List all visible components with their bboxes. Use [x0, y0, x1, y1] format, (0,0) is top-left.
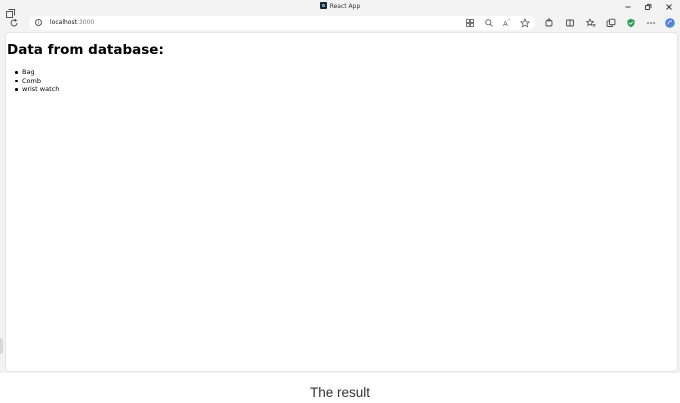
minimize-icon[interactable] — [622, 1, 634, 13]
browser-toolbar: i localhost:3000 A ” — [0, 15, 680, 31]
list-item: Bag — [14, 68, 59, 77]
list-item: Comb — [14, 77, 59, 86]
title-bar: React App — [0, 0, 680, 18]
image-caption: The result — [309, 385, 371, 400]
favorite-icon[interactable] — [519, 17, 531, 28]
close-icon[interactable] — [663, 1, 675, 13]
zoom-icon[interactable] — [484, 18, 494, 28]
browser-window: React App i localhost:3000 A ” Data from… — [0, 0, 680, 373]
restore-icon[interactable] — [642, 1, 654, 13]
refresh-icon[interactable] — [8, 17, 20, 29]
address-text[interactable]: localhost:3000 — [50, 18, 94, 28]
address-bar[interactable]: i localhost:3000 A ” — [29, 16, 535, 30]
site-info-icon[interactable]: i — [35, 19, 42, 26]
address-port: :3000 — [76, 19, 95, 26]
favorites-icon[interactable] — [585, 17, 597, 29]
address-host: localhost — [50, 19, 77, 26]
collections-icon[interactable] — [605, 17, 617, 29]
more-icon[interactable] — [645, 17, 657, 29]
window-title: React App — [0, 2, 680, 12]
react-favicon-icon — [319, 2, 327, 9]
browser-essentials-icon[interactable] — [625, 17, 637, 29]
app-available-icon[interactable] — [465, 18, 475, 28]
sidebar-toggle-handle[interactable] — [0, 338, 3, 354]
page-heading: Data from database: — [7, 42, 164, 58]
copilot-icon[interactable] — [664, 17, 676, 29]
data-list: Bag Comb wrist watch — [14, 68, 60, 94]
list-item: wrist watch — [14, 85, 60, 93]
tab-title: React App — [329, 3, 361, 10]
extensions-icon[interactable] — [543, 17, 555, 29]
page-viewport: Data from database: Bag Comb wrist watch — [5, 32, 678, 372]
svg-text:”: ” — [508, 19, 510, 24]
split-screen-icon[interactable] — [564, 17, 576, 29]
read-aloud-icon[interactable]: A ” — [502, 18, 512, 29]
